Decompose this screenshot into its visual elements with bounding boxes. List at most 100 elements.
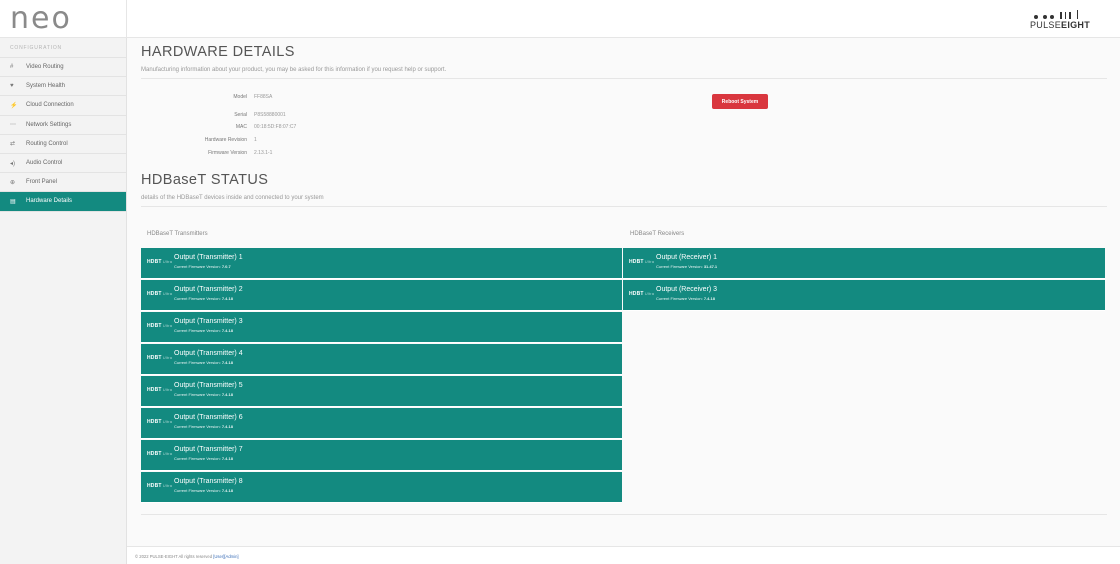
device-name: Output (Transmitter) 8 — [174, 478, 243, 485]
device-firmware: Current Firmware Version: 7.4.18 — [174, 392, 233, 397]
pulse-eight-logo: PULSEEIGHT — [1030, 10, 1092, 32]
transmitter-card-3[interactable]: HDBTUltra Output (Transmitter) 3 Current… — [141, 312, 622, 343]
sidebar-item-label: Front Panel — [26, 179, 58, 186]
sidebar-item-hardware-details[interactable]: ▤ Hardware Details — [0, 192, 126, 212]
network-icon: ⋯ — [10, 122, 16, 129]
hdbaset-logo-icon: HDBTUltra — [147, 451, 173, 457]
device-name: Output (Transmitter) 1 — [174, 254, 243, 261]
header-divider — [126, 0, 127, 38]
device-name: Output (Transmitter) 2 — [174, 286, 243, 293]
detail-row-hardware-revision: Hardware Revision 1 — [127, 137, 427, 147]
detail-key: MAC — [235, 124, 247, 130]
detail-row-model: Model FF88SA — [127, 94, 427, 104]
sidebar-item-system-health[interactable]: ♥ System Health — [0, 77, 126, 97]
divider — [141, 514, 1107, 515]
device-firmware: Current Firmware Version: 7.4.18 — [174, 456, 233, 461]
sidebar-item-label: Audio Control — [26, 160, 63, 167]
receivers-label: HDBaseT Receivers — [630, 231, 685, 237]
footer: © 2022 PULSE-EIGHT All rights reserved [… — [127, 546, 1120, 564]
transmitter-card-4[interactable]: HDBTUltra Output (Transmitter) 4 Current… — [141, 344, 622, 375]
hdbaset-logo-icon: HDBTUltra — [147, 355, 173, 361]
hardware-details-description: Manufacturing information about your pro… — [141, 67, 447, 73]
sidebar-item-label: Video Routing — [26, 64, 64, 71]
transmitter-card-2[interactable]: HDBTUltra Output (Transmitter) 2 Current… — [141, 280, 622, 311]
front-panel-icon: ⊕ — [10, 179, 16, 186]
sidebar: CONFIGURATION # Video Routing ♥ System H… — [0, 38, 127, 564]
sidebar-item-label: Hardware Details — [26, 198, 73, 205]
sidebar-item-label: System Health — [26, 83, 66, 90]
detail-value: P8S58880001 — [254, 112, 286, 118]
device-name: Output (Receiver) 3 — [656, 286, 718, 293]
hdbaset-logo-icon: HDBTUltra — [629, 291, 655, 297]
receiver-card-1[interactable]: HDBTUltra Output (Receiver) 1 Current Fi… — [623, 248, 1105, 279]
cloud-connection-icon: ⚡ — [10, 102, 18, 109]
detail-value: FF88SA — [254, 94, 273, 100]
receiver-card-3[interactable]: HDBTUltra Output (Receiver) 3 Current Fi… — [623, 280, 1105, 311]
sidebar-item-label: Network Settings — [26, 121, 72, 128]
hdbaset-status-description: details of the HDBaseT devices inside an… — [141, 195, 324, 201]
detail-row-firmware-version: Firmware Version 2.13.1-1 — [127, 150, 427, 160]
hardware-details-title: HARDWARE DETAILS — [141, 44, 295, 60]
pulse-eight-bars-icon — [1034, 10, 1092, 19]
sidebar-item-front-panel[interactable]: ⊕ Front Panel — [0, 173, 126, 193]
hdbaset-logo-icon: HDBTUltra — [147, 419, 173, 425]
device-name: Output (Transmitter) 7 — [174, 446, 243, 453]
device-firmware: Current Firmware Version: 7.4.18 — [174, 424, 233, 429]
main-content: HARDWARE DETAILS Manufacturing informati… — [127, 38, 1120, 546]
top-bar: neo PULSEEIGHT — [0, 0, 1120, 38]
hdbaset-logo-icon: HDBTUltra — [147, 483, 173, 489]
hardware-icon: ▤ — [10, 198, 16, 205]
divider — [141, 206, 1107, 207]
hdbaset-logo-icon: HDBTUltra — [147, 259, 173, 265]
sidebar-item-label: Cloud Connection — [26, 102, 74, 109]
detail-value: 2.13.1-1 — [254, 150, 273, 156]
sidebar-item-cloud-connection[interactable]: ⚡ Cloud Connection — [0, 96, 126, 116]
hash-icon: # — [10, 64, 14, 71]
user-link[interactable]: [User] — [213, 554, 224, 559]
sidebar-item-network-settings[interactable]: ⋯ Network Settings — [0, 116, 126, 135]
transmitters-label: HDBaseT Transmitters — [147, 231, 208, 237]
detail-value: 1 — [254, 137, 257, 143]
detail-key: Model — [233, 94, 247, 100]
device-name: Output (Transmitter) 5 — [174, 382, 243, 389]
transmitter-card-8[interactable]: HDBTUltra Output (Transmitter) 8 Current… — [141, 472, 622, 503]
detail-row-mac: MAC 00:18:5D:F8:07:C7 — [127, 124, 427, 134]
device-firmware: Current Firmware Version: 31.47.1 — [656, 264, 718, 269]
hdbaset-status-title: HDBaseT STATUS — [141, 172, 269, 188]
hdbaset-logo-icon: HDBTUltra — [147, 323, 173, 329]
transmitter-card-5[interactable]: HDBTUltra Output (Transmitter) 5 Current… — [141, 376, 622, 407]
device-firmware: Current Firmware Version: 7.4.18 — [174, 488, 233, 493]
hdbaset-logo-icon: HDBTUltra — [147, 387, 173, 393]
sidebar-item-label: Routing Control — [26, 140, 68, 147]
hdbaset-logo-icon: HDBTUltra — [629, 259, 655, 265]
neo-logo[interactable]: neo — [10, 2, 72, 36]
transmitter-card-7[interactable]: HDBTUltra Output (Transmitter) 7 Current… — [141, 440, 622, 471]
transmitter-card-6[interactable]: HDBTUltra Output (Transmitter) 6 Current… — [141, 408, 622, 439]
detail-key: Hardware Revision — [204, 137, 247, 143]
footer-copyright: © 2022 PULSE-EIGHT All rights reserved [… — [135, 554, 239, 559]
sidebar-item-audio-control[interactable]: ◂) Audio Control — [0, 154, 126, 174]
device-name: Output (Transmitter) 3 — [174, 318, 243, 325]
hdbaset-logo-icon: HDBTUltra — [147, 291, 173, 297]
device-firmware: Current Firmware Version: 7.4.18 — [174, 328, 233, 333]
device-name: Output (Receiver) 1 — [656, 254, 718, 261]
sidebar-item-routing-control[interactable]: ⇄ Routing Control — [0, 135, 126, 154]
device-firmware: Current Firmware Version: 7.4.18 — [174, 296, 233, 301]
heart-icon: ♥ — [10, 83, 14, 90]
detail-value: 00:18:5D:F8:07:C7 — [254, 124, 297, 130]
detail-row-serial: Serial P8S58880001 — [127, 112, 427, 122]
reboot-system-button[interactable]: Reboot System — [712, 94, 768, 109]
routing-control-icon: ⇄ — [10, 141, 16, 148]
device-name: Output (Transmitter) 4 — [174, 350, 243, 357]
app-root: neo PULSEEIGHT CONFIGURATION # Video Rou… — [0, 0, 1120, 564]
speaker-icon: ◂) — [10, 160, 16, 167]
transmitter-card-1[interactable]: HDBTUltra Output (Transmitter) 1 Current… — [141, 248, 622, 279]
divider — [141, 78, 1107, 79]
device-name: Output (Transmitter) 6 — [174, 414, 243, 421]
admin-link[interactable]: [Admin] — [224, 554, 238, 559]
sidebar-heading: CONFIGURATION — [0, 38, 126, 58]
sidebar-item-video-routing[interactable]: # Video Routing — [0, 58, 126, 78]
brand-wordmark: PULSEEIGHT — [1030, 20, 1091, 30]
device-firmware: Current Firmware Version: 7.4.18 — [656, 296, 715, 301]
device-firmware: Current Firmware Version: 7.4.18 — [174, 360, 233, 365]
